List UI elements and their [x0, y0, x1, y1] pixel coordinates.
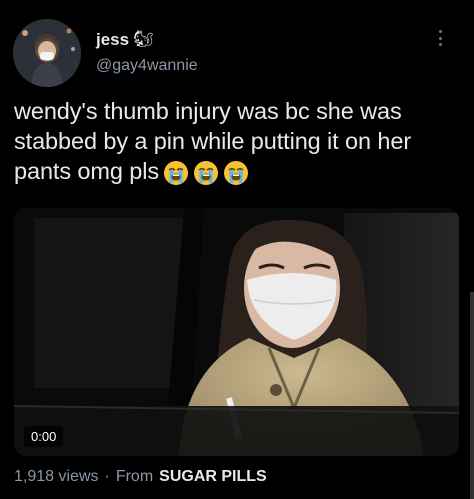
author-name-row[interactable]: jess 🐿	[96, 30, 153, 50]
avatar-image	[13, 19, 81, 87]
view-count[interactable]: 1,918 views	[14, 468, 99, 486]
loudly-crying-face-icon	[194, 160, 219, 185]
tweet-footer: 1,918 views · From SUGAR PILLS	[14, 468, 267, 486]
squirrel-emoji: 🐿	[133, 31, 154, 48]
display-name[interactable]: jess	[96, 30, 129, 50]
author-handle[interactable]: @gay4wannie	[96, 57, 198, 75]
from-label: From	[115, 468, 154, 485]
separator-dot: ·	[104, 468, 110, 485]
tweet-text: wendy's thumb injury was bc she was stab…	[14, 96, 464, 186]
tweet-card: jess 🐿 @gay4wannie wendy's thumb injury …	[0, 0, 474, 499]
emoji-group	[163, 160, 249, 186]
source-link[interactable]: SUGAR PILLS	[159, 468, 267, 486]
loudly-crying-face-icon	[224, 160, 249, 185]
video-timestamp: 0:00	[24, 426, 64, 447]
avatar[interactable]	[13, 19, 81, 87]
video-frame	[14, 208, 459, 456]
loudly-crying-face-icon	[164, 160, 189, 185]
video-player[interactable]: 0:00	[14, 208, 459, 456]
more-options-icon[interactable]	[432, 26, 448, 50]
scrollbar[interactable]	[470, 292, 474, 499]
